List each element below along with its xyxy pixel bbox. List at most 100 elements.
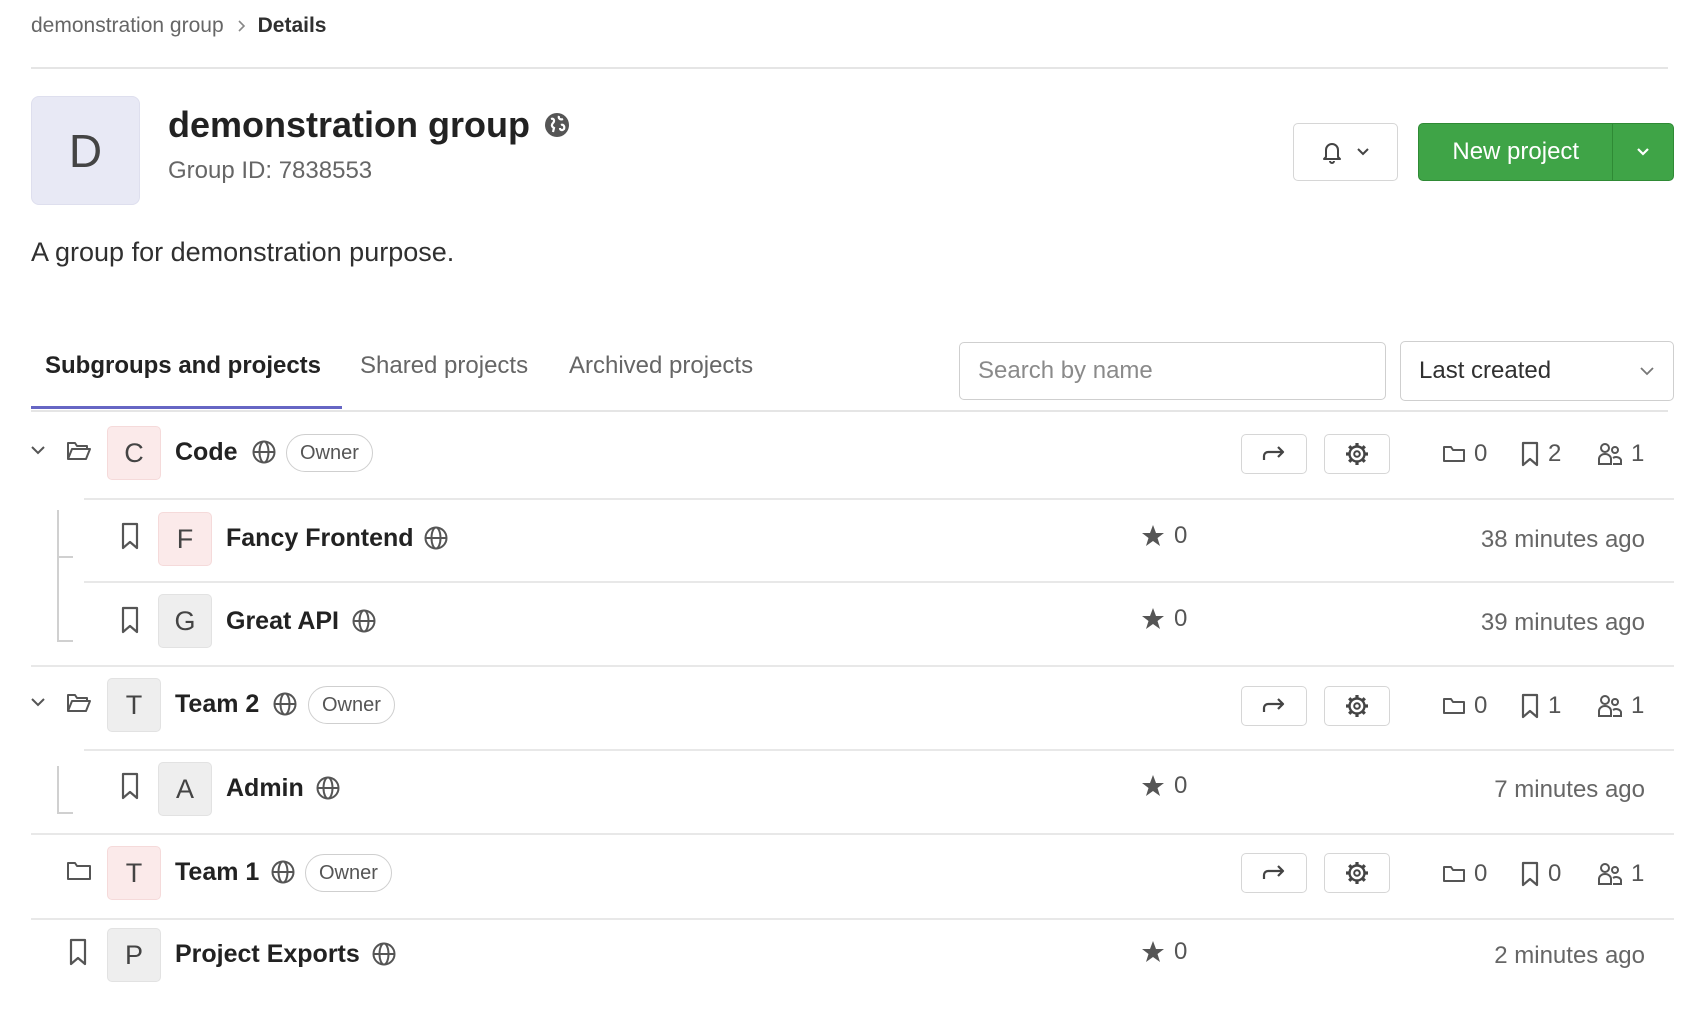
star-icon: [1140, 523, 1174, 549]
group-settings-button[interactable]: [1324, 853, 1390, 893]
list-item-project[interactable]: P Project Exports 0 2 minutes ago: [0, 918, 1700, 1002]
projects-count-value: 2: [1548, 440, 1562, 467]
globe-icon: [372, 942, 396, 966]
globe-icon: [273, 692, 297, 716]
folder-open-icon: [66, 440, 92, 462]
subgroups-count: 0: [1442, 692, 1487, 720]
star-icon: [1140, 773, 1174, 799]
leave-group-button[interactable]: [1241, 686, 1307, 726]
group-title-wrap: demonstration group: [168, 104, 570, 146]
subgroups-count-value: 0: [1474, 692, 1488, 719]
breadcrumb-parent-link[interactable]: demonstration group: [31, 14, 224, 38]
breadcrumb: demonstration group Details: [31, 12, 327, 40]
updated-time: 39 minutes ago: [1480, 609, 1645, 636]
gear-icon: [1344, 693, 1370, 719]
projects-count: 1: [1520, 692, 1561, 720]
list-item-project[interactable]: F Fancy Frontend 0 38 minutes ago: [0, 498, 1700, 582]
leave-group-button[interactable]: [1241, 434, 1307, 474]
chevron-down-icon: [1639, 366, 1655, 376]
star-count: 0: [1140, 605, 1187, 633]
bookmark-icon: [120, 606, 140, 634]
group-name-link[interactable]: Code: [175, 438, 238, 467]
globe-icon: [352, 609, 376, 633]
tab-archived-projects[interactable]: Archived projects: [569, 352, 753, 380]
avatar: F: [158, 512, 212, 566]
list-item-group[interactable]: C Code Owner 0 2 1: [0, 412, 1700, 496]
bookmark-icon: [1520, 441, 1548, 467]
divider: [31, 67, 1668, 69]
group-settings-button[interactable]: [1324, 686, 1390, 726]
role-badge: Owner: [305, 854, 392, 892]
bookmark-icon: [68, 938, 88, 966]
group-name-link[interactable]: Team 2: [175, 690, 259, 719]
projects-count-value: 1: [1548, 692, 1562, 719]
subgroups-count-value: 0: [1474, 440, 1488, 467]
avatar: A: [158, 762, 212, 816]
new-project-dropdown-toggle[interactable]: [1612, 124, 1673, 180]
star-count: 0: [1140, 938, 1187, 966]
chevron-down-icon: [1356, 147, 1370, 157]
project-name-link[interactable]: Admin: [226, 774, 304, 803]
new-project-button[interactable]: New project: [1419, 124, 1612, 180]
leave-group-button[interactable]: [1241, 853, 1307, 893]
search-input[interactable]: [959, 342, 1386, 400]
members-count: 1: [1597, 692, 1644, 720]
globe-icon: [316, 776, 340, 800]
subgroups-count: 0: [1442, 860, 1487, 888]
role-badge: Owner: [286, 434, 373, 472]
folder-icon: [66, 860, 92, 882]
group-description: A group for demonstration purpose.: [31, 237, 455, 267]
globe-icon: [544, 112, 570, 138]
leave-icon: [1261, 697, 1287, 715]
chevron-down-icon[interactable]: [30, 444, 46, 456]
globe-icon: [271, 860, 295, 884]
tab-shared-projects[interactable]: Shared projects: [360, 352, 528, 380]
avatar: C: [107, 426, 161, 480]
sort-dropdown[interactable]: Last created: [1400, 341, 1674, 401]
folder-icon: [1442, 696, 1474, 716]
projects-count: 0: [1520, 860, 1561, 888]
group-avatar: D: [31, 96, 140, 205]
updated-time: 2 minutes ago: [1494, 942, 1645, 969]
star-icon: [1140, 606, 1174, 632]
notification-dropdown-button[interactable]: [1293, 123, 1398, 181]
users-icon: [1597, 862, 1631, 886]
list-item-group[interactable]: T Team 2 Owner 0 1 1: [0, 666, 1700, 750]
list-item-project[interactable]: G Great API 0 39 minutes ago: [0, 582, 1700, 666]
project-name-link[interactable]: Fancy Frontend: [226, 524, 414, 553]
members-count: 1: [1597, 440, 1644, 468]
globe-icon: [252, 440, 276, 464]
star-count-value: 0: [1174, 605, 1188, 632]
sort-selected-label: Last created: [1419, 357, 1552, 384]
users-icon: [1597, 694, 1631, 718]
list-item-project[interactable]: A Admin 0 7 minutes ago: [0, 750, 1700, 834]
avatar: G: [158, 594, 212, 648]
star-count-value: 0: [1174, 772, 1188, 799]
chevron-down-icon: [1636, 147, 1650, 157]
avatar: P: [107, 928, 161, 982]
avatar: T: [107, 846, 161, 900]
role-badge: Owner: [308, 686, 395, 724]
bookmark-icon: [1520, 693, 1548, 719]
members-count-value: 1: [1631, 860, 1645, 887]
group-id: Group ID: 7838553: [168, 157, 373, 184]
group-name-link[interactable]: Team 1: [175, 858, 259, 887]
bookmark-icon: [120, 772, 140, 800]
bookmark-icon: [1520, 861, 1548, 887]
chevron-right-icon: [236, 19, 246, 33]
project-name-link[interactable]: Great API: [226, 607, 339, 636]
tab-subgroups-and-projects[interactable]: Subgroups and projects: [45, 352, 321, 380]
projects-count: 2: [1520, 440, 1561, 468]
star-count-value: 0: [1174, 938, 1188, 965]
chevron-down-icon[interactable]: [30, 696, 46, 708]
subgroups-count: 0: [1442, 440, 1487, 468]
group-settings-button[interactable]: [1324, 434, 1390, 474]
bookmark-icon: [120, 522, 140, 550]
avatar: T: [107, 678, 161, 732]
folder-icon: [1442, 864, 1474, 884]
updated-time: 38 minutes ago: [1480, 526, 1645, 553]
members-count-value: 1: [1631, 692, 1645, 719]
bell-icon: [1322, 140, 1342, 164]
list-item-group[interactable]: T Team 1 Owner 0 0 1: [0, 834, 1700, 918]
project-name-link[interactable]: Project Exports: [175, 940, 360, 969]
